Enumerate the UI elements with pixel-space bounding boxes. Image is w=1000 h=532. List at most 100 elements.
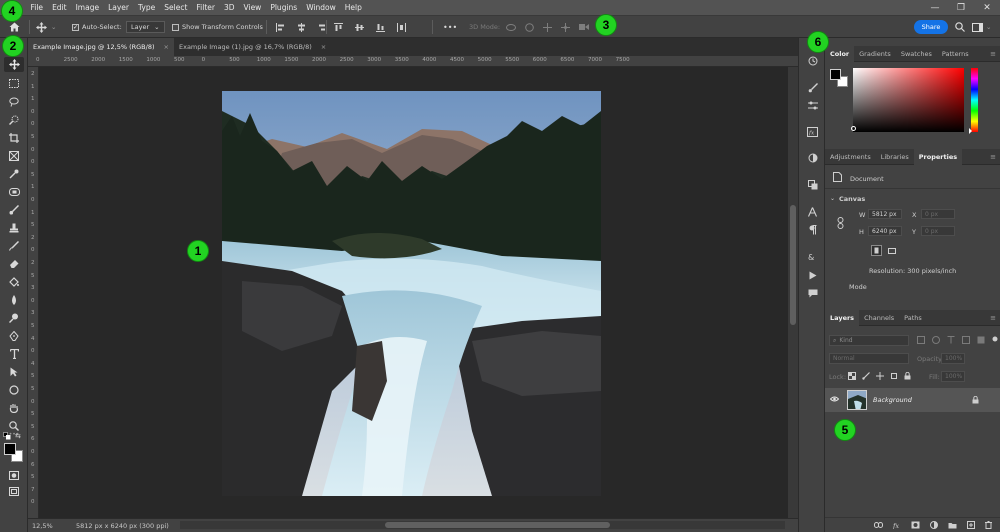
pen-tool-icon[interactable] (4, 328, 24, 343)
vertical-ruler[interactable]: 21100500510152025303540455055606570 (28, 67, 39, 518)
horizontal-scrollbar-thumb[interactable] (385, 522, 610, 528)
y-field[interactable]: 0 px (921, 226, 955, 236)
menu-view[interactable]: View (239, 0, 266, 15)
minimize-icon[interactable]: — (922, 0, 948, 15)
color-field[interactable] (851, 68, 964, 132)
hue-slider-handle[interactable] (969, 128, 972, 134)
delete-layer-icon[interactable] (985, 521, 992, 529)
new-layer-icon[interactable] (967, 521, 975, 529)
crop-tool-icon[interactable] (4, 130, 24, 145)
eraser-tool-icon[interactable] (4, 256, 24, 271)
zoom-level[interactable]: 12,5% (32, 522, 68, 530)
tab-paths[interactable]: Paths (899, 310, 927, 326)
layer-name[interactable]: Background (873, 396, 912, 404)
workspace-icon[interactable]: ⌄ (972, 16, 991, 38)
swap-colors-icon[interactable]: ⇆ (15, 432, 21, 440)
filter-toggle-icon[interactable] (992, 336, 998, 342)
brush-tool-icon[interactable] (4, 202, 24, 217)
type-tool-icon[interactable] (4, 346, 24, 361)
menu-window[interactable]: Window (302, 0, 341, 15)
brush-presets-icon[interactable] (805, 98, 820, 112)
hand-tool-icon[interactable] (4, 400, 24, 415)
horizontal-ruler[interactable]: 0 2500 2000 1500 1000 500 0 500 1000 1500 2000 2500… (28, 56, 798, 67)
share-button[interactable]: Share (914, 20, 948, 34)
object-selection-tool-icon[interactable] (4, 112, 24, 127)
menu-layer[interactable]: Layer (104, 0, 134, 15)
portrait-orientation-icon[interactable] (871, 245, 882, 256)
menu-help[interactable]: Help (340, 0, 366, 15)
menu-file[interactable]: File (26, 0, 48, 15)
menu-select[interactable]: Select (160, 0, 192, 15)
document-image[interactable] (222, 91, 601, 496)
layer-lock-icon[interactable] (972, 396, 979, 404)
lock-position-icon[interactable] (876, 372, 884, 380)
new-adjustment-layer-icon[interactable] (930, 521, 938, 529)
fill-field[interactable]: 100% (941, 371, 965, 382)
close-icon[interactable]: ✕ (974, 0, 1000, 15)
foreground-color-swatch[interactable] (4, 443, 16, 455)
filter-pixel-icon[interactable] (917, 336, 925, 344)
tab-swatches[interactable]: Swatches (896, 46, 937, 62)
tab-channels[interactable]: Channels (859, 310, 899, 326)
history-icon[interactable] (805, 54, 820, 68)
filter-shape-icon[interactable] (962, 336, 970, 344)
quick-mask-icon[interactable] (4, 468, 24, 483)
restore-icon[interactable]: ❐ (948, 0, 974, 15)
tab-layers[interactable]: Layers (825, 310, 860, 326)
actions-play-icon[interactable] (805, 268, 820, 282)
brush-settings-icon[interactable] (805, 81, 820, 95)
align-center-icon[interactable] (297, 22, 306, 32)
lock-pixels-icon[interactable] (862, 372, 870, 380)
comments-icon[interactable] (805, 286, 820, 300)
color-picker-ring[interactable] (851, 126, 856, 131)
link-dimensions-icon[interactable] (837, 217, 844, 229)
move-tool-icon[interactable] (4, 57, 24, 72)
styles-fx-icon[interactable]: fx (805, 125, 820, 139)
layer-style-fx-icon[interactable]: fx (893, 521, 901, 529)
lock-all-icon[interactable] (904, 372, 911, 380)
show-transform-checkbox[interactable]: Show Transform Controls (172, 16, 263, 38)
eyedropper-tool-icon[interactable] (4, 166, 24, 181)
path-selection-tool-icon[interactable] (4, 364, 24, 379)
canvas-collapse-icon[interactable]: ⌄ (830, 195, 835, 202)
slide-icon[interactable] (561, 22, 570, 32)
height-field[interactable]: 6240 px (868, 226, 902, 236)
character-icon[interactable] (805, 205, 820, 219)
link-layers-icon[interactable] (874, 522, 883, 528)
roll-icon[interactable] (525, 22, 534, 32)
distribute-icon[interactable] (397, 22, 406, 32)
tab-example-image-1[interactable]: Example Image (1).jpg @ 16,7% (RGB/8) × (174, 38, 336, 56)
landscape-orientation-icon[interactable] (886, 245, 897, 256)
filter-smart-object-icon[interactable] (977, 336, 985, 344)
color-swatches[interactable] (4, 443, 24, 463)
menu-edit[interactable]: Edit (48, 0, 72, 15)
filter-type-icon[interactable] (947, 336, 955, 344)
search-icon[interactable] (955, 16, 965, 38)
align-left-icon[interactable] (276, 22, 285, 32)
move-tool-preset-icon[interactable]: ⌄ (36, 16, 56, 38)
hue-slider[interactable] (969, 68, 978, 134)
marquee-tool-icon[interactable] (4, 76, 24, 91)
dodge-tool-icon[interactable] (4, 310, 24, 325)
more-options-button[interactable]: ••• (443, 16, 457, 38)
align-bottom-icon[interactable] (376, 23, 385, 32)
blur-tool-icon[interactable] (4, 292, 24, 307)
tab-adjustments[interactable]: Adjustments (825, 149, 876, 165)
panel-menu-icon[interactable]: ≡ (990, 314, 996, 322)
align-middle-icon[interactable] (355, 23, 364, 32)
auto-select-checkbox[interactable]: ✓ Auto-Select: (72, 16, 122, 38)
close-tab-icon[interactable]: × (321, 43, 326, 51)
filter-adjustment-icon[interactable] (932, 336, 940, 344)
layer-comps-icon[interactable] (805, 178, 820, 192)
ellipse-tool-icon[interactable] (4, 382, 24, 397)
default-colors-icon[interactable] (3, 432, 11, 440)
spot-healing-tool-icon[interactable] (4, 184, 24, 199)
blend-mode-dropdown[interactable]: Normal (829, 353, 909, 364)
orbit-icon[interactable] (506, 23, 516, 32)
panel-menu-icon[interactable]: ≡ (990, 50, 996, 58)
width-field[interactable]: 5812 px (868, 209, 902, 219)
layer-row-background[interactable]: Background (825, 388, 1000, 412)
vertical-scrollbar-thumb[interactable] (790, 205, 796, 325)
layer-filter-kind[interactable]: ⌕ Kind (829, 335, 909, 346)
tab-example-image[interactable]: Example Image.jpg @ 12,5% (RGB/8) × (28, 38, 174, 56)
